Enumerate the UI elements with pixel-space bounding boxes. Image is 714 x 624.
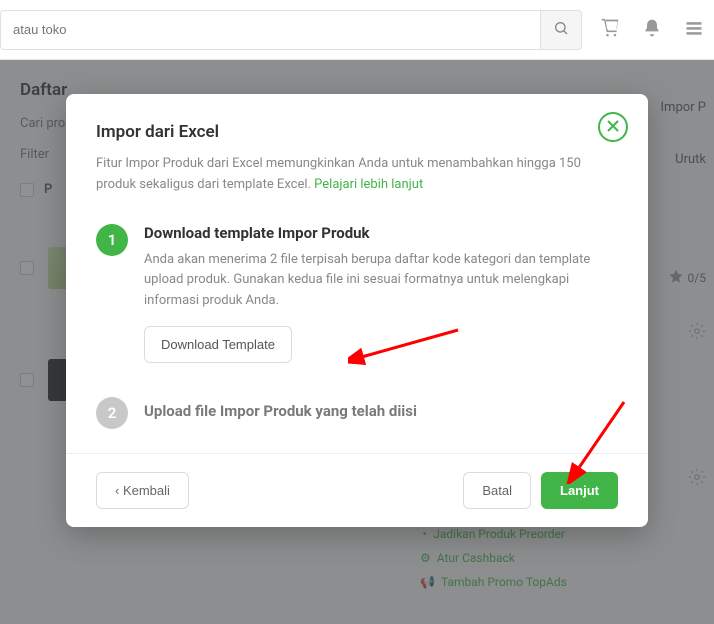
next-button[interactable]: Lanjut xyxy=(541,472,618,509)
step-2: 2 Upload file Impor Produk yang telah di… xyxy=(96,397,618,429)
modal-body: Impor dari Excel Fitur Impor Produk dari… xyxy=(66,94,648,453)
close-icon xyxy=(607,120,619,135)
search-input[interactable] xyxy=(0,10,540,50)
learn-more-link[interactable]: Pelajari lebih lanjut xyxy=(314,177,423,192)
step-1-content: Download template Impor Produk Anda akan… xyxy=(144,224,618,363)
close-button[interactable] xyxy=(598,112,628,142)
download-template-button[interactable]: Download Template xyxy=(144,326,292,363)
step-1-desc: Anda akan menerima 2 file terpisah berup… xyxy=(144,250,618,312)
step-2-title: Upload file Impor Produk yang telah diis… xyxy=(144,402,618,420)
bell-icon[interactable] xyxy=(642,18,662,42)
back-button[interactable]: ‹ Kembali xyxy=(96,472,189,509)
footer-right: Batal Lanjut xyxy=(463,472,618,509)
search-button[interactable] xyxy=(540,10,582,50)
chevron-left-icon: ‹ xyxy=(115,483,123,498)
top-bar xyxy=(0,0,714,60)
step-2-badge: 2 xyxy=(96,397,128,429)
import-modal: Impor dari Excel Fitur Impor Produk dari… xyxy=(66,94,648,527)
top-icons xyxy=(600,18,704,42)
step-1: 1 Download template Impor Produk Anda ak… xyxy=(96,224,618,363)
modal-footer: ‹ Kembali Batal Lanjut xyxy=(66,453,648,527)
step-1-title: Download template Impor Produk xyxy=(144,224,618,242)
step-2-content: Upload file Impor Produk yang telah diis… xyxy=(144,397,618,429)
step-1-badge: 1 xyxy=(96,224,128,256)
menu-icon[interactable] xyxy=(684,18,704,42)
search-container xyxy=(0,10,582,50)
modal-description: Fitur Impor Produk dari Excel memungkink… xyxy=(96,154,618,196)
cancel-button[interactable]: Batal xyxy=(463,472,531,509)
back-label: Kembali xyxy=(123,483,170,498)
modal-title: Impor dari Excel xyxy=(96,122,618,142)
cart-icon[interactable] xyxy=(600,18,620,42)
modal-overlay: Impor dari Excel Fitur Impor Produk dari… xyxy=(0,60,714,624)
search-icon xyxy=(553,20,569,39)
